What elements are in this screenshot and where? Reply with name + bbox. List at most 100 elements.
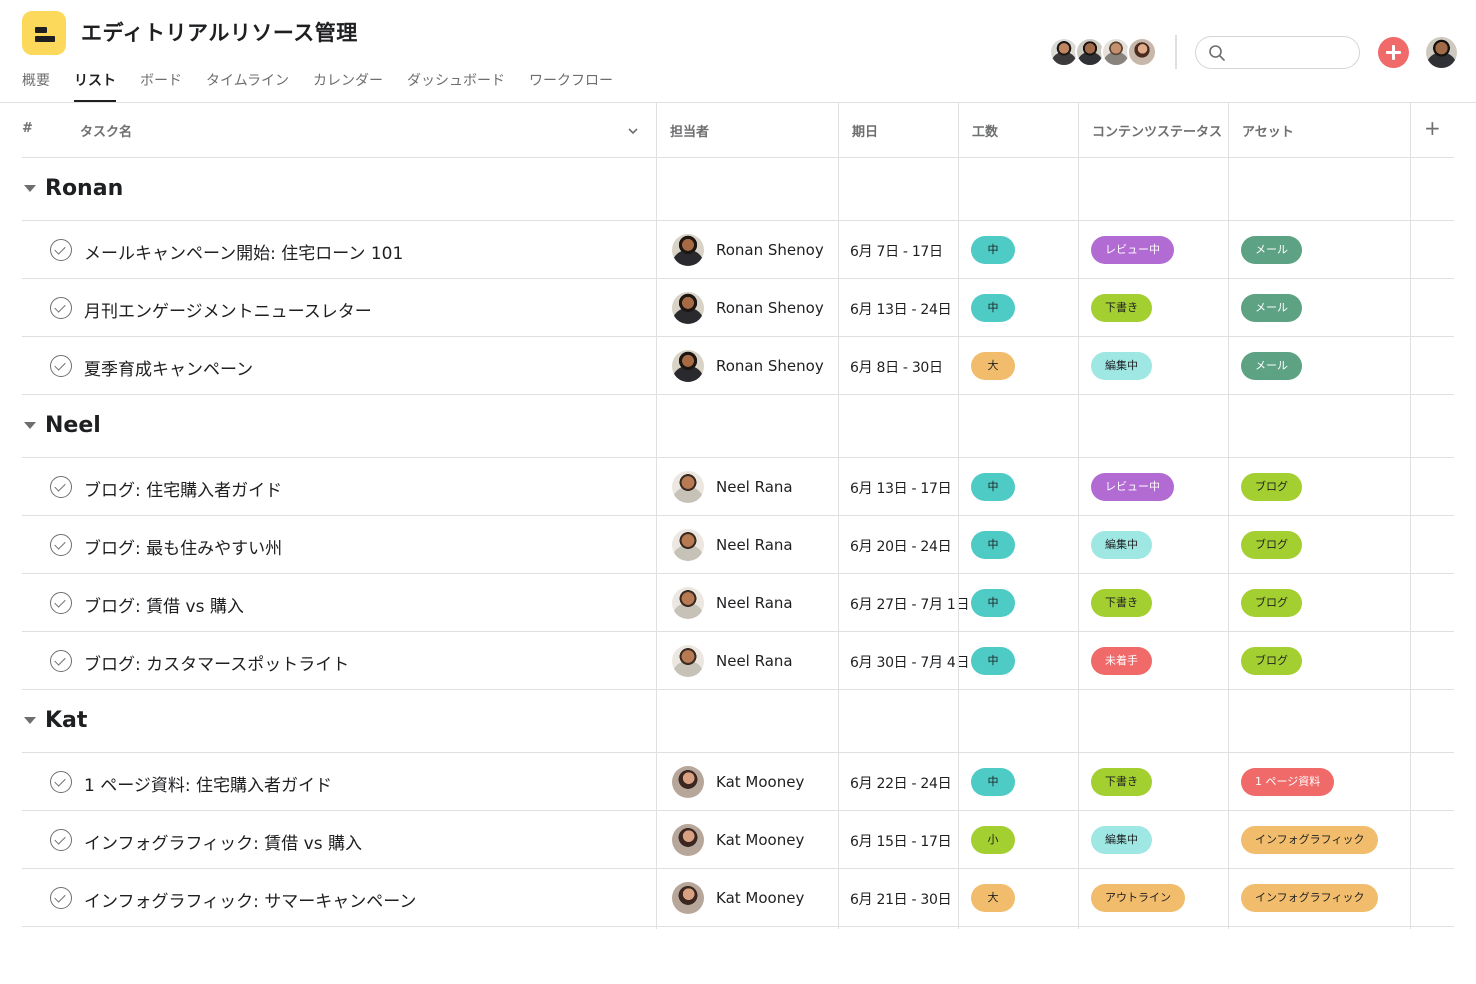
effort-tag[interactable]: 中 [971,768,1015,796]
effort-tag[interactable]: 大 [971,352,1015,380]
task-name[interactable]: ブログ: 住宅購入者ガイド [84,476,282,501]
due-date[interactable]: 6月 27日 - 7月 1日 [850,594,970,614]
due-date[interactable]: 6月 7日 - 17日 [850,241,943,261]
task-name[interactable]: ブログ: カスタマースポットライト [84,650,349,675]
status-tag[interactable]: 未着手 [1091,647,1152,675]
effort-tag[interactable]: 大 [971,884,1015,912]
due-date[interactable]: 6月 22日 - 24日 [850,773,952,793]
effort-tag[interactable]: 小 [971,826,1015,854]
add-column-button[interactable]: + [1424,103,1441,158]
status-tag[interactable]: 編集中 [1091,826,1152,854]
search-box[interactable] [1195,36,1360,69]
section-name[interactable]: Ronan [45,176,123,201]
task-row[interactable]: ブログ: 住宅購入者ガイド Neel Rana 6月 13日 - 17日中 レビュー中… [22,458,1454,516]
effort-tag[interactable]: 中 [971,294,1015,322]
assignee[interactable]: Neel Rana [672,587,793,619]
complete-check-icon[interactable] [50,771,72,793]
add-button[interactable] [1378,37,1409,68]
task-name[interactable]: 夏季育成キャンペーン [84,355,253,380]
tab-overview[interactable]: 概要 [22,66,50,102]
column-assignee[interactable]: 担当者 [670,103,709,158]
column-asset[interactable]: アセット [1242,103,1294,158]
task-row[interactable]: ブログ: 最も住みやすい州 Neel Rana 6月 20日 - 24日中 編集中 ブロ… [22,516,1454,574]
member-avatar[interactable] [1127,37,1157,67]
complete-check-icon[interactable] [50,476,72,498]
assignee[interactable]: Neel Rana [672,645,793,677]
task-name[interactable]: 1 ページ資料: 住宅購入者ガイド [84,771,332,796]
due-date[interactable]: 6月 30日 - 7月 4日 [850,652,970,672]
tab-calendar[interactable]: カレンダー [313,66,383,102]
task-row[interactable]: 夏季育成キャンペーン Ronan Shenoy 6月 8日 - 30日 大 編集中 メール [22,337,1454,395]
task-name[interactable]: インフォグラフィック: サマーキャンペーン [84,887,416,912]
due-date[interactable]: 6月 21日 - 30日 [850,889,952,909]
assignee[interactable]: Neel Rana [672,471,793,503]
assignee[interactable]: Neel Rana [672,529,793,561]
effort-tag[interactable]: 中 [971,473,1015,501]
section-header[interactable]: Ronan [22,158,1454,221]
complete-check-icon[interactable] [50,297,72,319]
collapse-caret-icon[interactable] [24,422,36,429]
section-header[interactable]: Kat [22,690,1454,753]
task-row[interactable]: 1 ページ資料: 住宅購入者ガイド Kat Mooney 6月 22日 - 24日中… [22,753,1454,811]
asset-tag[interactable]: メール [1241,294,1302,322]
assignee[interactable]: Ronan Shenoy [672,234,824,266]
asset-tag[interactable]: メール [1241,236,1302,264]
asset-tag[interactable]: ブログ [1241,647,1302,675]
task-name[interactable]: 月刊エンゲージメントニュースレター [84,297,372,322]
status-tag[interactable]: 編集中 [1091,531,1152,559]
user-avatar[interactable] [1426,37,1457,68]
task-row[interactable]: インフォグラフィック: 賃借 vs 購入 Kat Mooney 6月 15日 - 1… [22,811,1454,869]
effort-tag[interactable]: 中 [971,236,1015,264]
status-tag[interactable]: アウトライン [1091,884,1185,912]
project-title[interactable]: エディトリアルリソース管理 [81,17,358,47]
asset-tag[interactable]: インフォグラフィック [1241,826,1379,854]
tab-dashboard[interactable]: ダッシュボード [407,66,505,102]
asset-tag[interactable]: ブログ [1241,531,1302,559]
column-due-date[interactable]: 期日 [852,103,878,158]
due-date[interactable]: 6月 13日 - 17日 [850,478,952,498]
collapse-caret-icon[interactable] [24,717,36,724]
due-date[interactable]: 6月 20日 - 24日 [850,536,952,556]
assignee[interactable]: Kat Mooney [672,766,804,798]
complete-check-icon[interactable] [50,887,72,909]
column-effort[interactable]: 工数 [972,103,998,158]
task-name[interactable]: ブログ: 最も住みやすい州 [84,534,282,559]
complete-check-icon[interactable] [50,355,72,377]
status-tag[interactable]: 編集中 [1091,352,1152,380]
status-tag[interactable]: レビュー中 [1091,473,1174,501]
task-name[interactable]: メールキャンペーン開始: 住宅ローン 101 [84,239,403,264]
section-header[interactable]: Neel [22,395,1454,458]
status-tag[interactable]: レビュー中 [1091,236,1174,264]
task-row[interactable]: ブログ: カスタマースポットライト Neel Rana 6月 30日 - 7月 4日… [22,632,1454,690]
chevron-down-icon[interactable] [627,125,639,137]
status-tag[interactable]: 下書き [1091,294,1152,322]
asset-tag[interactable]: ブログ [1241,473,1302,501]
complete-check-icon[interactable] [50,592,72,614]
tab-list[interactable]: リスト [74,66,116,102]
asset-tag[interactable]: ブログ [1241,589,1302,617]
status-tag[interactable]: 下書き [1091,768,1152,796]
task-name[interactable]: インフォグラフィック: 賃借 vs 購入 [84,829,362,854]
collapse-caret-icon[interactable] [24,185,36,192]
search-input[interactable] [1232,41,1350,64]
assignee[interactable]: Ronan Shenoy [672,292,824,324]
column-task-name[interactable]: タスク名 [80,103,132,158]
task-row[interactable]: メールキャンペーン開始: 住宅ローン 101 Ronan Shenoy 6月 7日 … [22,221,1454,279]
complete-check-icon[interactable] [50,650,72,672]
task-name[interactable]: ブログ: 賃借 vs 購入 [84,592,244,617]
task-row[interactable]: ブログ: 賃借 vs 購入 Neel Rana 6月 27日 - 7月 1日中 下書き… [22,574,1454,632]
asset-tag[interactable]: メール [1241,352,1302,380]
assignee[interactable]: Ronan Shenoy [672,350,824,382]
project-members[interactable] [1049,37,1157,67]
due-date[interactable]: 6月 8日 - 30日 [850,357,943,377]
status-tag[interactable]: 下書き [1091,589,1152,617]
assignee[interactable]: Kat Mooney [672,824,804,856]
tab-workflow[interactable]: ワークフロー [529,66,613,102]
effort-tag[interactable]: 中 [971,589,1015,617]
project-icon[interactable] [22,11,66,55]
complete-check-icon[interactable] [50,829,72,851]
tab-board[interactable]: ボード [140,66,182,102]
tab-timeline[interactable]: タイムライン [206,66,289,102]
complete-check-icon[interactable] [50,534,72,556]
asset-tag[interactable]: インフォグラフィック [1241,884,1379,912]
